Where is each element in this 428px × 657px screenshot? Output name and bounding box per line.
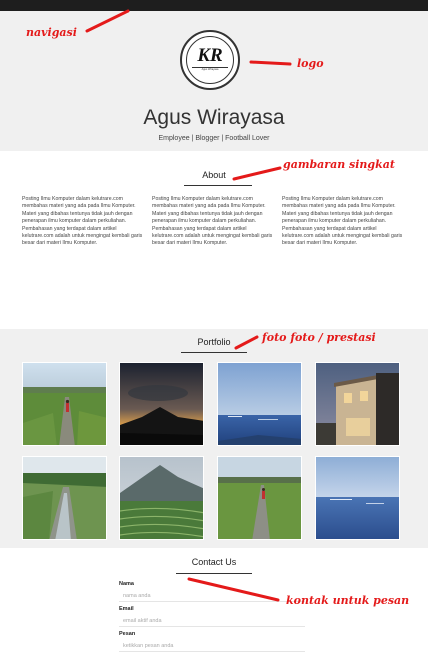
portfolio-photo-mountain-sunset[interactable] [119, 362, 204, 446]
logo-subtext: Agus Wirayasa [201, 68, 219, 71]
site-tagline: Employee | Blogger | Football Lover [158, 135, 270, 142]
annotation-navigasi: navigasi [26, 26, 77, 39]
message-input[interactable] [119, 640, 305, 652]
site-name: Agus Wirayasa [143, 106, 285, 129]
photo-sea-horizon [218, 363, 301, 445]
photo-irrigation-channel [23, 457, 106, 539]
portfolio-photo-terrace-mountain[interactable] [119, 456, 204, 540]
message-label: Pesan [119, 631, 136, 637]
annotation-logo: logo [297, 57, 324, 70]
contact-title: Contact Us [191, 557, 237, 567]
photo-mountain-sunset [120, 363, 203, 445]
about-title: About [202, 170, 226, 180]
about-column-3: Posting Ilmu Komputer dalam kelutrare.co… [282, 196, 403, 247]
portfolio-photo-irrigation-channel[interactable] [22, 456, 107, 540]
navigation-bar[interactable] [0, 0, 428, 11]
annotation-kontak: kontak untuk pesan [286, 594, 410, 607]
about-section: About Posting Ilmu Komputer dalam kelutr… [0, 151, 428, 329]
portfolio-photo-sea-horizon[interactable] [217, 362, 302, 446]
site-logo[interactable]: KR Agus Wirayasa [180, 30, 240, 90]
portfolio-title-underline [181, 352, 247, 353]
portfolio-photo-rice-field-path[interactable] [22, 362, 107, 446]
contact-title-underline [176, 573, 252, 574]
name-label: Nama [119, 581, 134, 587]
photo-calm-sea [316, 457, 399, 539]
portfolio-section: Portfolio [0, 329, 428, 548]
annotation-foto: foto foto / prestasi [262, 331, 376, 344]
portfolio-photo-villa-evening[interactable] [315, 362, 400, 446]
photo-rice-field-path [23, 363, 106, 445]
photo-field-walkway [218, 457, 301, 539]
logo-inner-ring: KR Agus Wirayasa [186, 36, 234, 84]
logo-monogram: KR [197, 45, 223, 66]
photo-villa-evening [316, 363, 399, 445]
portfolio-photo-field-walkway[interactable] [217, 456, 302, 540]
about-column-1: Posting Ilmu Komputer dalam kelutrare.co… [22, 196, 143, 247]
photo-terrace-mountain [120, 457, 203, 539]
about-column-2: Posting Ilmu Komputer dalam kelutrare.co… [152, 196, 273, 247]
email-label: Email [119, 606, 134, 612]
about-title-underline [184, 185, 252, 186]
portfolio-photo-calm-sea[interactable] [315, 456, 400, 540]
annotation-gambaran: gambaran singkat [283, 158, 395, 171]
name-input[interactable] [119, 590, 305, 602]
email-input[interactable] [119, 615, 305, 627]
